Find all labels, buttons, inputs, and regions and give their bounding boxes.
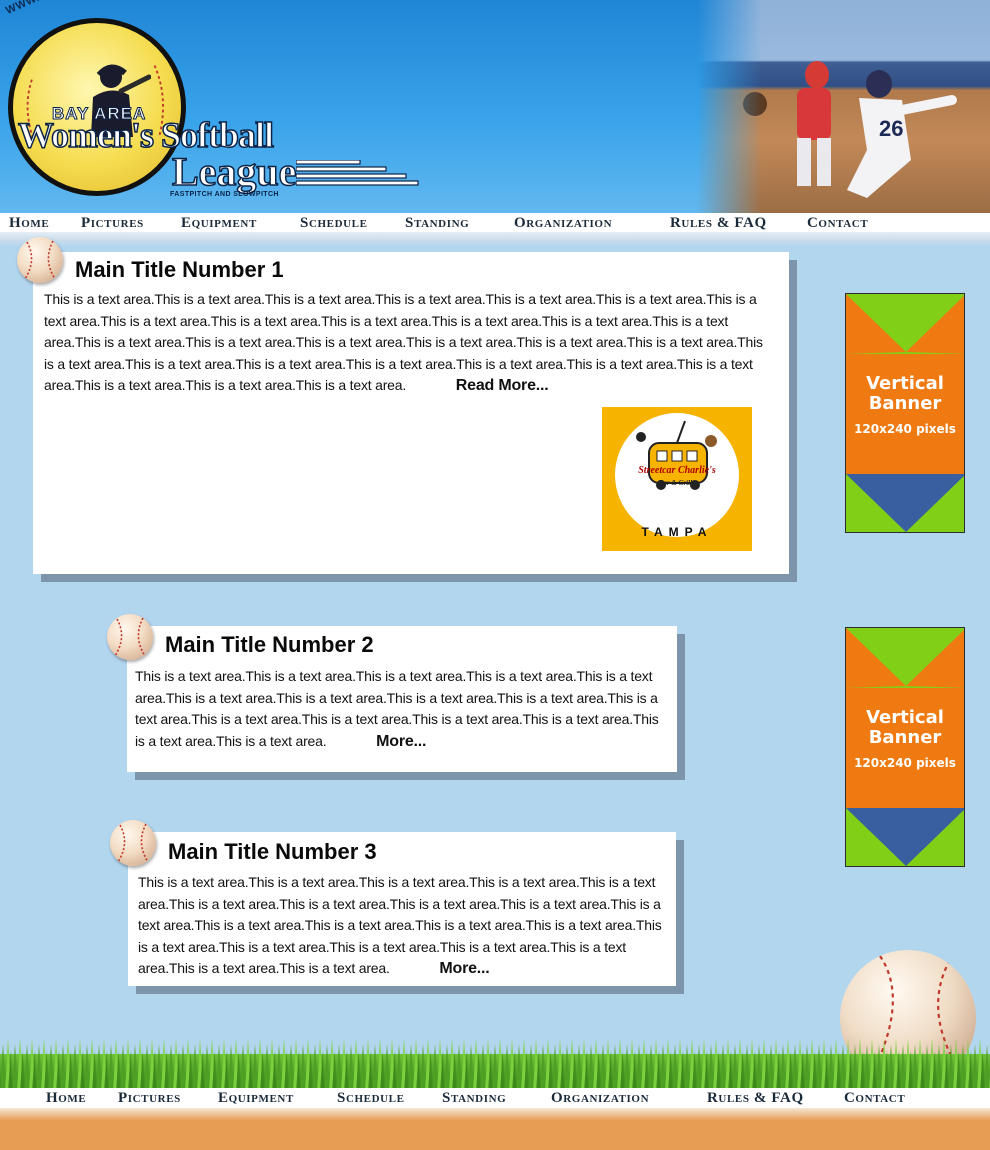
vertical-banner-2[interactable]: Vertical Banner 120x240 pixels — [845, 627, 965, 867]
nav-rules-faq[interactable]: Rules & FAQ — [670, 215, 767, 232]
site-header: WWW.TAMPABAYSOFTBALL.ORG BAY AREA Women'… — [0, 0, 990, 215]
article-3: Main Title Number 3 This is a text area.… — [128, 832, 676, 986]
nav-home[interactable]: Home — [9, 215, 49, 232]
footer-nav-contact[interactable]: Contact — [844, 1090, 905, 1107]
players-illustration: 26 — [743, 61, 957, 198]
sponsor-tagline: Bar & Grille — [658, 479, 696, 487]
article-1-title: Main Title Number 1 — [75, 257, 284, 282]
site-logo[interactable]: WWW.TAMPABAYSOFTBALL.ORG BAY AREA Women'… — [0, 0, 300, 210]
sponsor-city: TAMPA — [641, 525, 713, 539]
banner-top-band — [846, 294, 964, 354]
article-3-more[interactable]: More... — [439, 960, 489, 977]
header-photo: 26 — [697, 0, 990, 215]
sponsor-ad[interactable]: Streetcar Charlie's Bar & Grille TAMPA — [602, 407, 752, 551]
grass-strip — [0, 1036, 990, 1092]
article-1-body: This is a text area.This is a text area.… — [44, 289, 768, 397]
article-1-text: This is a text area.This is a text area.… — [44, 291, 763, 394]
footer-nav-standing[interactable]: Standing — [442, 1090, 506, 1107]
article-3-title: Main Title Number 3 — [168, 839, 377, 864]
nav-organization[interactable]: Organization — [514, 215, 612, 232]
softball-icon — [107, 614, 153, 660]
banner-bottom-band — [846, 808, 964, 866]
footer-nav-rules-faq[interactable]: Rules & FAQ — [707, 1090, 804, 1107]
nav-standing[interactable]: Standing — [405, 215, 469, 232]
sponsor-name: Streetcar Charlie's — [638, 465, 716, 476]
footer-bar — [0, 1120, 990, 1150]
softball-icon — [17, 237, 63, 283]
article-2-body: This is a text area.This is a text area.… — [135, 666, 665, 752]
nav-equipment[interactable]: Equipment — [181, 215, 257, 232]
softball-icon — [110, 820, 156, 866]
footer-nav-home[interactable]: Home — [46, 1090, 86, 1107]
banner-2-size: 120x240 pixels — [854, 756, 956, 770]
footer-fringe — [0, 1108, 990, 1120]
article-3-body: This is a text area.This is a text area.… — [138, 872, 668, 980]
nav-pictures[interactable]: Pictures — [81, 215, 144, 232]
logo-league: League — [171, 148, 297, 195]
article-2: Main Title Number 2 This is a text area.… — [127, 626, 677, 772]
banner-2-title: Vertical Banner — [866, 707, 944, 748]
logo-subtitle: FASTPITCH AND SLOWPITCH — [170, 191, 279, 198]
banner-1-size: 120x240 pixels — [854, 422, 956, 436]
article-2-more[interactable]: More... — [376, 733, 426, 750]
nav-contact[interactable]: Contact — [807, 215, 868, 232]
bottom-nav: Home Pictures Equipment Schedule Standin… — [0, 1088, 990, 1110]
footer-nav-equipment[interactable]: Equipment — [218, 1090, 294, 1107]
site-url: WWW.TAMPABAYSOFTBALL.ORG — [4, 0, 184, 17]
banner-bottom-band — [846, 474, 964, 532]
footer-nav-schedule[interactable]: Schedule — [337, 1090, 405, 1107]
article-2-title: Main Title Number 2 — [165, 632, 374, 657]
svg-text:26: 26 — [879, 116, 903, 141]
nav-schedule[interactable]: Schedule — [300, 215, 368, 232]
nav-fringe — [0, 232, 990, 246]
banner-1-title: Vertical Banner — [866, 373, 944, 414]
footer-nav-pictures[interactable]: Pictures — [118, 1090, 181, 1107]
article-1-read-more[interactable]: Read More... — [456, 377, 549, 394]
article-3-text: This is a text area.This is a text area.… — [138, 874, 662, 977]
footer-nav-organization[interactable]: Organization — [551, 1090, 649, 1107]
banner-top-band — [846, 628, 964, 688]
speed-lines-decoration — [296, 160, 419, 186]
vertical-banner-1[interactable]: Vertical Banner 120x240 pixels — [845, 293, 965, 533]
